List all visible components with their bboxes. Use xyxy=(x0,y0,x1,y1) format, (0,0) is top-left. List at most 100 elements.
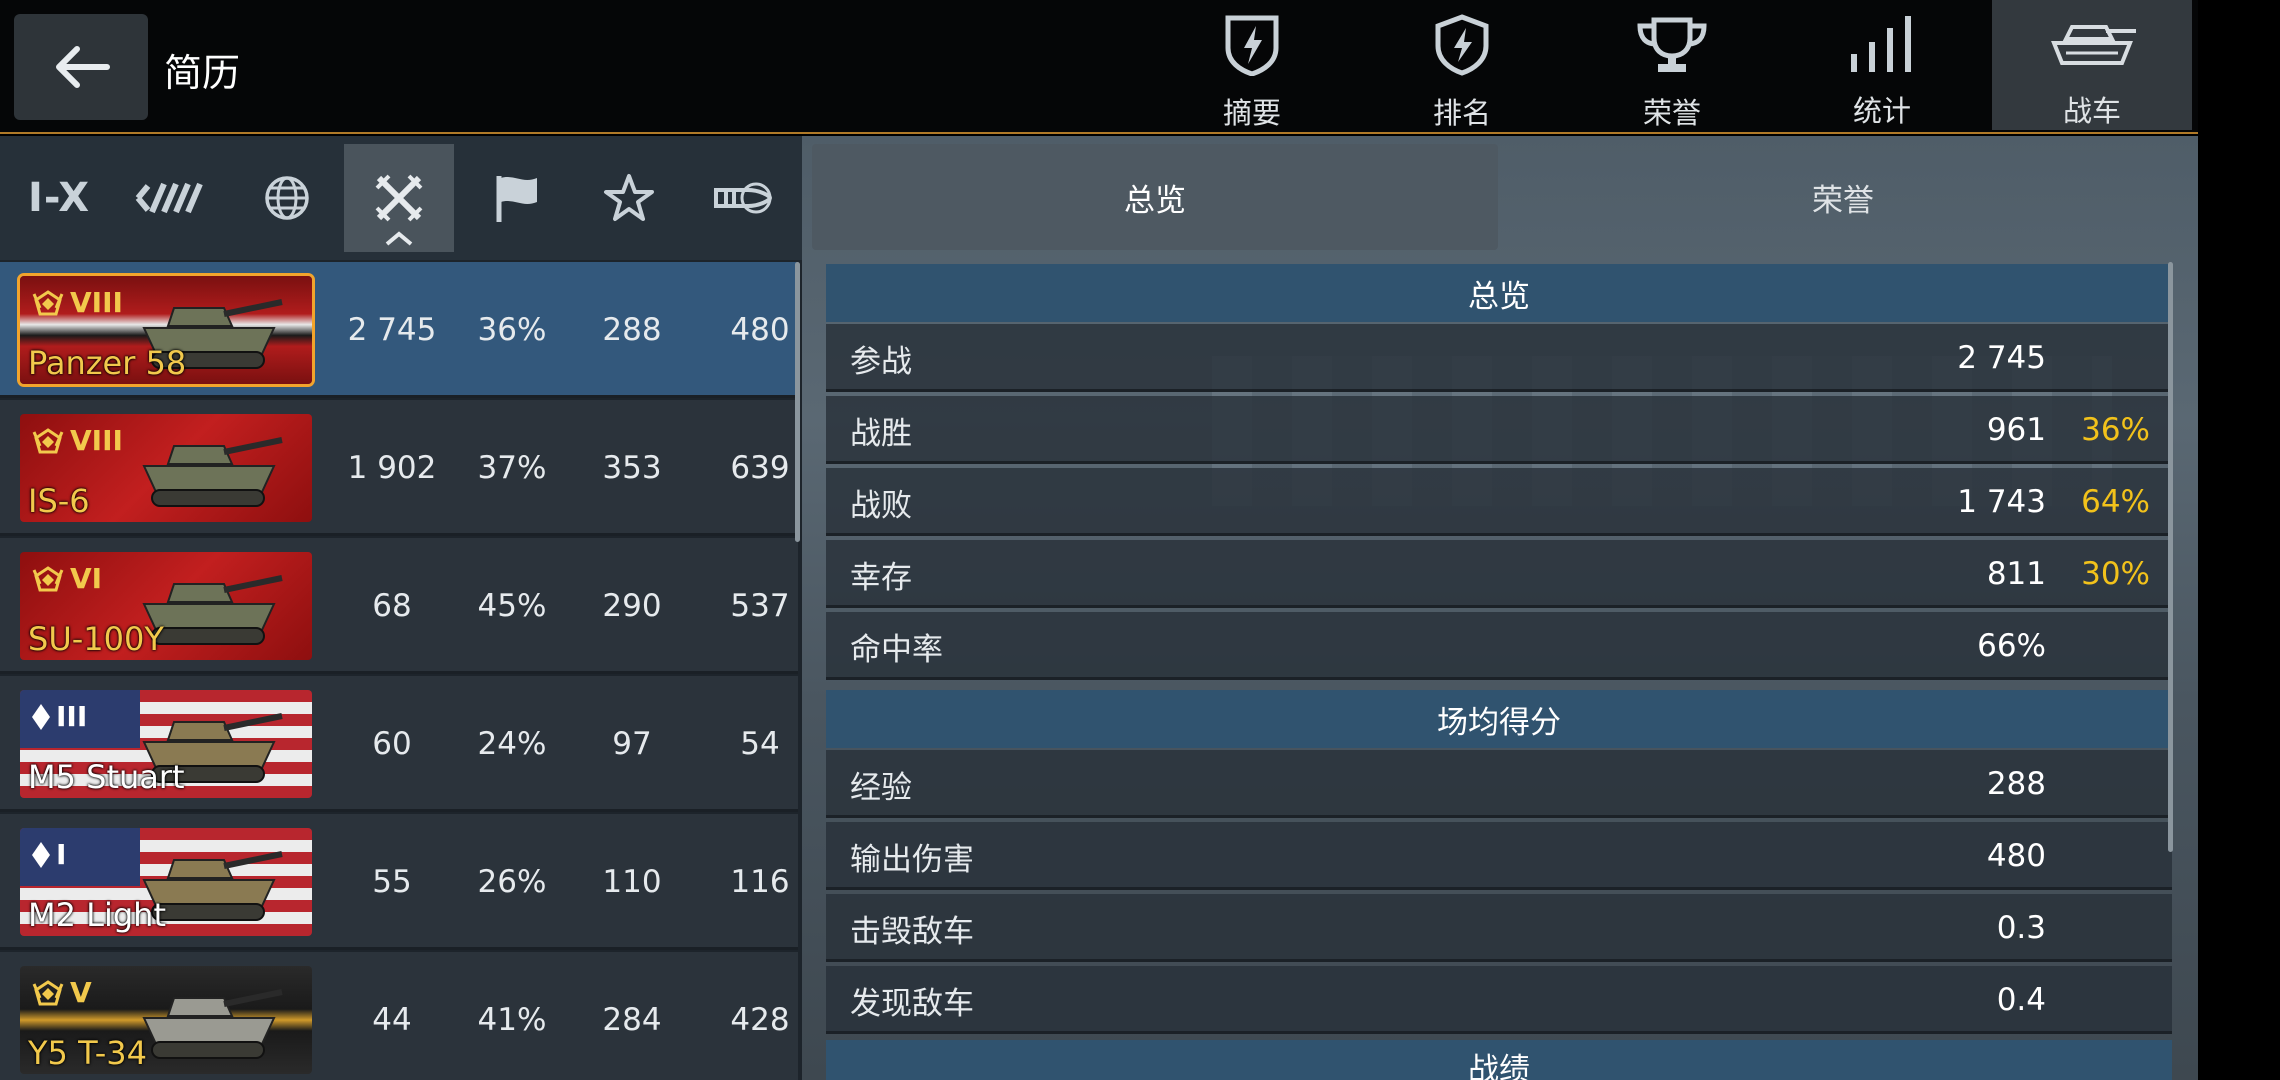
mastery-badge-icon xyxy=(32,979,64,1005)
battles-cell: 1 902 xyxy=(347,450,437,486)
vehicle-name: IS-6 xyxy=(28,482,90,520)
stat-label: 发现敌车 xyxy=(850,985,974,1022)
section-header-record: 战绩 xyxy=(826,1040,2172,1080)
tab-summary-label: 摘要 xyxy=(1222,96,1281,130)
tab-honors-label: 荣誉 xyxy=(1642,96,1701,130)
tier-badge: I xyxy=(30,838,66,871)
tank-icon xyxy=(2051,25,2136,65)
tab-vehicles-label: 战车 xyxy=(2062,94,2121,128)
tab-statistics[interactable]: 统计 xyxy=(1782,0,1982,130)
stat-row-destroyed: 击毁敌车 0.3 xyxy=(826,894,2172,962)
stat-value: 288 xyxy=(1986,766,2046,802)
back-button[interactable] xyxy=(14,14,148,120)
vehicle-row[interactable]: I M2 Light 55 26% 110 116 xyxy=(0,814,798,950)
stat-row-experience: 经验 288 xyxy=(826,750,2172,818)
tab-ranking[interactable]: 排名 xyxy=(1362,0,1562,130)
stat-label: 幸存 xyxy=(850,559,912,596)
tier-filter-button[interactable]: I-X xyxy=(4,144,114,252)
experience-cell: 290 xyxy=(602,588,662,624)
tank-image xyxy=(142,437,283,507)
vehicle-card: VI SU-100Y xyxy=(20,552,312,660)
tab-summary[interactable]: 摘要 xyxy=(1152,0,1352,130)
vehicle-card: V Y5 T-34 xyxy=(20,966,312,1074)
page-title: 简历 xyxy=(164,51,241,95)
tier-badge: VIII xyxy=(30,286,123,319)
tier-badge: V xyxy=(30,976,92,1009)
tier-badge: VI xyxy=(30,562,102,595)
top-bar: 简历 摘要 排名 荣誉 统计 战车 xyxy=(0,0,2198,134)
bar-chart-icon xyxy=(1851,16,1911,72)
wins-sort-button[interactable] xyxy=(462,144,572,252)
stat-value: 2 745 xyxy=(1957,340,2046,376)
section-header-average: 场均得分 xyxy=(826,690,2172,748)
shield-lightning-icon xyxy=(1435,14,1489,76)
stat-value: 66% xyxy=(1977,628,2046,664)
stat-row-damage: 输出伤害 480 xyxy=(826,822,2172,890)
stat-row-wins: 战胜 961 36% xyxy=(826,396,2172,464)
winrate-cell: 41% xyxy=(477,1002,547,1038)
mastery-badge-icon xyxy=(32,565,64,591)
stat-percent: 36% xyxy=(2081,412,2150,448)
vehicle-list-scrollbar[interactable] xyxy=(795,262,800,542)
experience-cell: 284 xyxy=(602,1002,662,1038)
stat-label: 输出伤害 xyxy=(850,841,974,878)
vehicle-row[interactable]: V Y5 T-34 44 41% 284 428 xyxy=(0,952,798,1080)
damage-cell: 116 xyxy=(730,864,790,900)
vehicle-row[interactable]: VIII Panzer 58 2 745 36% 288 480 xyxy=(0,262,798,398)
tier-label: VI xyxy=(70,562,103,595)
tab-vehicles[interactable]: 战车 xyxy=(1992,0,2192,130)
stat-percent: 64% xyxy=(2081,484,2150,520)
vehicle-name: M5 Stuart xyxy=(28,758,185,796)
vehicle-row[interactable]: VI SU-100Y 68 45% 290 537 xyxy=(0,538,798,674)
vehicle-name: Y5 T-34 xyxy=(28,1034,147,1072)
experience-sort-button[interactable] xyxy=(574,144,684,252)
vehicle-row[interactable]: VIII IS-6 1 902 37% 353 639 xyxy=(0,400,798,536)
arrow-left-icon xyxy=(56,46,110,88)
mastery-badge-icon xyxy=(32,289,64,315)
battles-cell: 55 xyxy=(372,864,412,900)
experience-cell: 97 xyxy=(612,726,652,762)
winrate-cell: 37% xyxy=(477,450,547,486)
tab-vehicle-honors[interactable]: 荣誉 xyxy=(1500,144,2186,250)
tier-label: VIII xyxy=(70,286,123,319)
vehicle-card: VIII IS-6 xyxy=(20,414,312,522)
battles-cell: 60 xyxy=(372,726,412,762)
tab-honors[interactable]: 荣誉 xyxy=(1572,0,1772,130)
tab-overview[interactable]: 总览 xyxy=(812,144,1498,250)
tab-statistics-label: 统计 xyxy=(1852,94,1911,128)
tier-label: I xyxy=(56,838,67,871)
damage-cell: 54 xyxy=(740,726,780,762)
tier-label: VIII xyxy=(70,424,123,457)
nation-filter-button[interactable] xyxy=(232,144,342,252)
globe-icon xyxy=(265,176,309,220)
shell-icon xyxy=(714,182,773,214)
vehicle-class-filter-button[interactable] xyxy=(116,144,226,252)
tank-image xyxy=(142,989,283,1059)
damage-cell: 537 xyxy=(730,588,790,624)
stat-row-survived: 幸存 811 30% xyxy=(826,540,2172,608)
vehicle-row[interactable]: III M5 Stuart 60 24% 97 54 xyxy=(0,676,798,812)
vehicle-class-icon xyxy=(135,182,203,214)
damage-sort-button[interactable] xyxy=(688,144,798,252)
tier-label: V xyxy=(70,976,92,1009)
stat-row-spotted: 发现敌车 0.4 xyxy=(826,966,2172,1034)
battles-cell: 44 xyxy=(372,1002,412,1038)
experience-cell: 353 xyxy=(602,450,662,486)
winrate-cell: 45% xyxy=(477,588,547,624)
battles-sort-button[interactable] xyxy=(344,144,454,252)
filter-bar: I-X xyxy=(0,136,802,260)
vehicle-name: Panzer 58 xyxy=(28,344,187,382)
stat-value: 961 xyxy=(1986,412,2046,448)
tab-ranking-label: 排名 xyxy=(1432,96,1491,130)
shield-bolt-icon xyxy=(1225,15,1279,76)
crossed-swords-icon xyxy=(375,174,423,222)
stat-percent: 30% xyxy=(2081,556,2150,592)
tier-label: III xyxy=(56,700,88,733)
experience-cell: 110 xyxy=(602,864,662,900)
stat-label: 经验 xyxy=(850,769,912,806)
star-icon xyxy=(604,174,654,221)
vehicle-name: SU-100Y xyxy=(28,620,164,658)
battles-cell: 2 745 xyxy=(347,312,437,348)
flag-icon xyxy=(496,176,537,222)
detail-scrollbar[interactable] xyxy=(2168,262,2173,852)
